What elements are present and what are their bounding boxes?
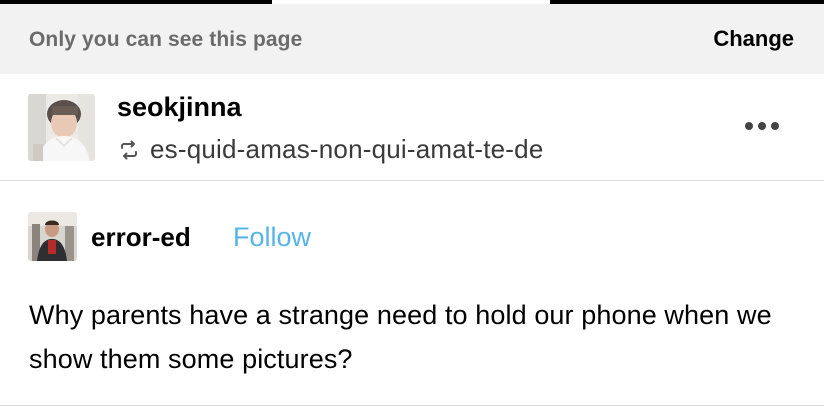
privacy-message: Only you can see this page (29, 28, 303, 51)
post-text: Why parents have a strange need to hold … (29, 300, 772, 374)
author-avatar-image (28, 212, 77, 261)
more-options-icon (745, 122, 779, 130)
avatar[interactable] (28, 94, 95, 161)
reblog-source-line: es-quid-amas-non-qui-amat-te-de (117, 134, 543, 165)
more-options-button[interactable] (742, 114, 782, 138)
reblog-icon (121, 140, 137, 159)
tumblr-post-page: Only you can see this page Change seokji… (0, 0, 824, 416)
author-avatar[interactable] (28, 212, 77, 261)
divider (0, 405, 824, 406)
post-author-row: error-ed Follow (0, 181, 824, 281)
avatar-image (28, 94, 95, 161)
reblogger-username[interactable]: seokjinna (117, 92, 242, 123)
post-author-name[interactable]: error-ed (91, 222, 191, 253)
follow-button[interactable]: Follow (233, 222, 311, 253)
change-button[interactable]: Change (713, 26, 794, 52)
reblog-header: seokjinna es-quid-amas-non-qui-amat-te-d… (0, 74, 824, 181)
reblog-source-blog[interactable]: es-quid-amas-non-qui-amat-te-de (150, 134, 543, 165)
privacy-banner: Only you can see this page Change (0, 4, 824, 74)
